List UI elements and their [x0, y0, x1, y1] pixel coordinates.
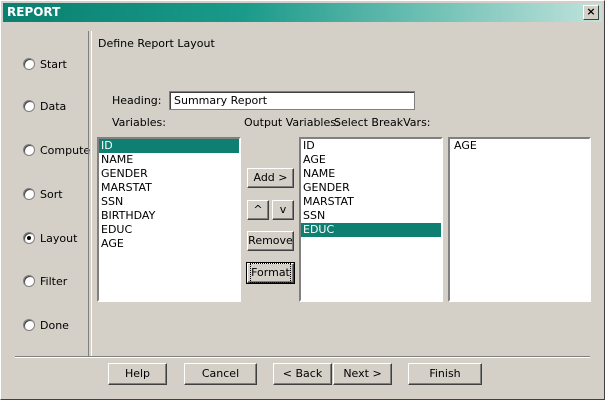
step-label: Sort [40, 187, 63, 201]
next-button-label: Next > [343, 367, 382, 380]
output-variables-list[interactable]: ID AGE NAME GENDER MARSTAT SSN EDUC [299, 137, 443, 302]
step-done[interactable]: Done [23, 318, 69, 332]
heading-value: Summary Report [174, 94, 268, 107]
list-item[interactable]: AGE [99, 237, 239, 251]
heading-label: Heading: [112, 94, 162, 107]
format-button-label: Format [250, 263, 291, 283]
list-item[interactable]: MARSTAT [301, 195, 441, 209]
radio-icon[interactable] [23, 100, 35, 112]
footer-divider [15, 356, 590, 358]
list-item[interactable]: BIRTHDAY [99, 209, 239, 223]
back-button-label: < Back [282, 367, 323, 380]
step-compute[interactable]: Compute [23, 143, 90, 157]
report-window: REPORT × Start Data Compute Sort Layout … [0, 0, 605, 400]
move-up-button[interactable]: ^ [247, 200, 269, 220]
step-start[interactable]: Start [23, 57, 67, 71]
radio-checked-icon[interactable] [23, 232, 35, 244]
step-sort[interactable]: Sort [23, 187, 63, 201]
list-item[interactable]: GENDER [301, 181, 441, 195]
step-filter[interactable]: Filter [23, 274, 67, 288]
step-label: Layout [40, 231, 78, 245]
chevron-up-icon: ^ [253, 203, 263, 216]
step-label: Compute [40, 143, 91, 157]
chevron-down-icon: v [279, 203, 287, 216]
back-button[interactable]: < Back [273, 363, 332, 385]
step-layout[interactable]: Layout [23, 231, 77, 245]
list-item[interactable]: MARSTAT [99, 181, 239, 195]
step-label: Filter [40, 274, 68, 288]
list-item[interactable]: NAME [301, 167, 441, 181]
cancel-button[interactable]: Cancel [184, 363, 257, 385]
list-item[interactable]: NAME [99, 153, 239, 167]
radio-icon[interactable] [23, 275, 35, 287]
radio-icon[interactable] [23, 144, 35, 156]
close-icon: × [586, 5, 596, 18]
step-data[interactable]: Data [23, 99, 66, 113]
list-item[interactable]: ID [301, 139, 441, 153]
remove-button[interactable]: Remove [247, 231, 294, 251]
finish-button-label: Finish [429, 367, 461, 380]
step-label: Data [40, 99, 67, 113]
format-button[interactable]: Format [246, 262, 295, 284]
cancel-button-label: Cancel [201, 367, 240, 380]
output-variables-label: Output Variables: [244, 116, 340, 129]
add-button[interactable]: Add > [247, 168, 294, 188]
close-button[interactable]: × [583, 5, 599, 20]
help-button-label: Help [124, 367, 151, 380]
variables-label: Variables: [112, 116, 166, 129]
finish-button[interactable]: Finish [408, 363, 482, 385]
list-item[interactable]: AGE [450, 139, 589, 153]
list-item[interactable]: SSN [301, 209, 441, 223]
variables-list[interactable]: ID NAME GENDER MARSTAT SSN BIRTHDAY EDUC… [97, 137, 241, 302]
section-title: Define Report Layout [98, 37, 215, 50]
next-button[interactable]: Next > [333, 363, 392, 385]
step-label: Done [40, 318, 69, 332]
list-item[interactable]: ID [99, 139, 239, 153]
window-title: REPORT [7, 5, 61, 19]
list-item[interactable]: EDUC [301, 223, 441, 237]
add-button-label: Add > [253, 171, 288, 184]
breakvars-label: Select BreakVars: [334, 116, 431, 129]
list-item[interactable]: AGE [301, 153, 441, 167]
sidebar-divider [88, 31, 92, 357]
radio-icon[interactable] [23, 58, 35, 70]
move-down-button[interactable]: v [272, 200, 294, 220]
list-item[interactable]: EDUC [99, 223, 239, 237]
list-item[interactable]: GENDER [99, 167, 239, 181]
title-bar[interactable]: REPORT × [3, 3, 602, 22]
breakvars-list[interactable]: AGE [448, 137, 591, 302]
radio-icon[interactable] [23, 319, 35, 331]
step-label: Start [40, 57, 67, 71]
list-item[interactable]: SSN [99, 195, 239, 209]
radio-icon[interactable] [23, 188, 35, 200]
heading-input[interactable]: Summary Report [169, 91, 415, 110]
help-button[interactable]: Help [108, 363, 167, 385]
remove-button-label: Remove [248, 234, 293, 247]
